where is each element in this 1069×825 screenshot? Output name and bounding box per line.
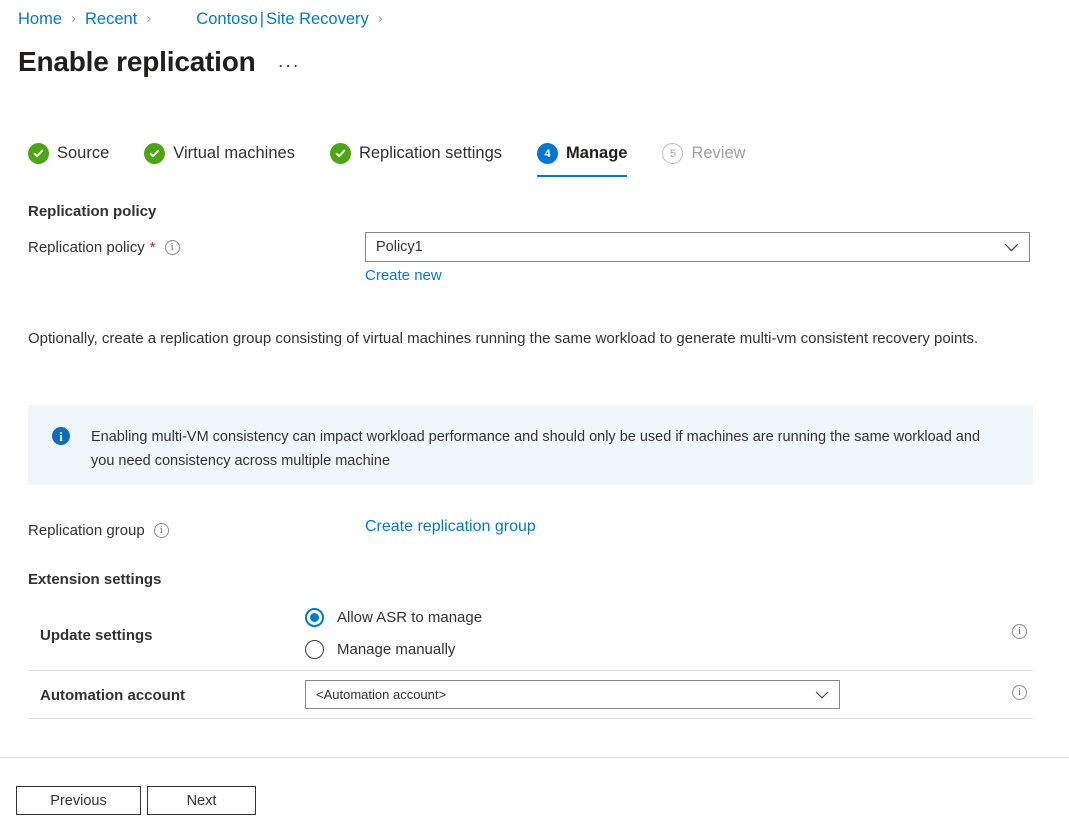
- label-replication-group: Replication group i: [28, 522, 169, 539]
- breadcrumb-recent[interactable]: Recent: [85, 8, 137, 30]
- wizard-step-label: Replication settings: [359, 144, 502, 163]
- breadcrumb: Home › Recent › Contoso | Site Recovery …: [18, 8, 392, 30]
- breadcrumb-separator-icon: ›: [71, 8, 76, 30]
- replication-policy-dropdown[interactable]: Policy1: [365, 232, 1030, 262]
- radio-selected-icon: [305, 608, 324, 627]
- breadcrumb-separator-icon: ›: [378, 8, 383, 30]
- info-icon[interactable]: i: [165, 240, 180, 255]
- previous-button[interactable]: Previous: [16, 786, 141, 815]
- check-circle-icon: [330, 143, 351, 164]
- update-settings-radio-group: Allow ASR to manage Manage manually: [305, 601, 482, 665]
- breadcrumb-resource-name[interactable]: Contoso: [196, 8, 257, 30]
- radio-dot: [310, 613, 319, 622]
- wizard-step-label: Review: [691, 144, 745, 163]
- label-text: Replication policy: [28, 239, 145, 256]
- radio-label: Allow ASR to manage: [337, 609, 482, 626]
- breadcrumb-separator-icon: ›: [146, 8, 151, 30]
- wizard-step-label: Manage: [566, 144, 627, 163]
- radio-allow-asr-to-manage[interactable]: Allow ASR to manage: [305, 601, 482, 633]
- info-icon[interactable]: i: [1012, 685, 1027, 700]
- info-icon[interactable]: i: [154, 523, 169, 538]
- page-title-row: Enable replication ···: [18, 44, 300, 80]
- section-heading-extension-settings: Extension settings: [28, 571, 161, 588]
- chevron-down-icon: [1004, 243, 1019, 252]
- check-circle-icon: [28, 143, 49, 164]
- label-update-settings: Update settings: [40, 627, 153, 644]
- create-new-policy-link[interactable]: Create new: [365, 267, 442, 284]
- wizard-step-replication-settings[interactable]: Replication settings: [330, 143, 502, 177]
- info-filled-icon: i: [52, 427, 70, 445]
- next-button[interactable]: Next: [147, 786, 256, 815]
- number-badge-icon: 5: [662, 143, 683, 164]
- required-marker: *: [150, 242, 156, 254]
- wizard-step-label: Source: [57, 144, 109, 163]
- replication-policy-value: Policy1: [376, 239, 1004, 255]
- wizard-step-list: Source Virtual machines Replication sett…: [28, 143, 781, 177]
- info-banner: i Enabling multi-VM consistency can impa…: [28, 405, 1033, 485]
- create-replication-group-link[interactable]: Create replication group: [365, 518, 536, 536]
- radio-label: Manage manually: [337, 641, 455, 658]
- label-automation-account: Automation account: [40, 687, 185, 704]
- info-banner-text: Enabling multi-VM consistency can impact…: [91, 425, 996, 473]
- check-circle-icon: [144, 143, 165, 164]
- breadcrumb-home[interactable]: Home: [18, 8, 62, 30]
- section-heading-replication-policy: Replication policy: [28, 203, 156, 220]
- label-replication-policy: Replication policy * i: [28, 239, 180, 256]
- breadcrumb-pipe: |: [260, 8, 264, 30]
- page-title: Enable replication: [18, 44, 256, 80]
- replication-group-description: Optionally, create a replication group c…: [28, 325, 1033, 352]
- automation-account-dropdown[interactable]: <Automation account>: [305, 680, 840, 709]
- info-icon[interactable]: i: [1012, 624, 1027, 639]
- wizard-step-label: Virtual machines: [173, 144, 295, 163]
- label-text: Replication group: [28, 522, 145, 539]
- wizard-step-manage[interactable]: 4 Manage: [537, 143, 627, 177]
- footer-divider: [0, 757, 1069, 758]
- wizard-step-source[interactable]: Source: [28, 143, 109, 177]
- wizard-footer: Previous Next: [16, 786, 256, 815]
- chevron-down-icon: [815, 691, 829, 699]
- automation-account-value: <Automation account>: [316, 687, 815, 702]
- radio-manage-manually[interactable]: Manage manually: [305, 633, 482, 665]
- ellipsis-icon[interactable]: ···: [278, 55, 300, 80]
- number-badge-icon: 4: [537, 143, 558, 164]
- breadcrumb-resource-blade[interactable]: Site Recovery: [266, 8, 369, 30]
- wizard-step-review[interactable]: 5 Review: [662, 143, 745, 177]
- radio-unselected-icon: [305, 640, 324, 659]
- wizard-step-virtual-machines[interactable]: Virtual machines: [144, 143, 295, 177]
- update-settings-row: Update settings Allow ASR to manage Mana…: [28, 596, 1033, 664]
